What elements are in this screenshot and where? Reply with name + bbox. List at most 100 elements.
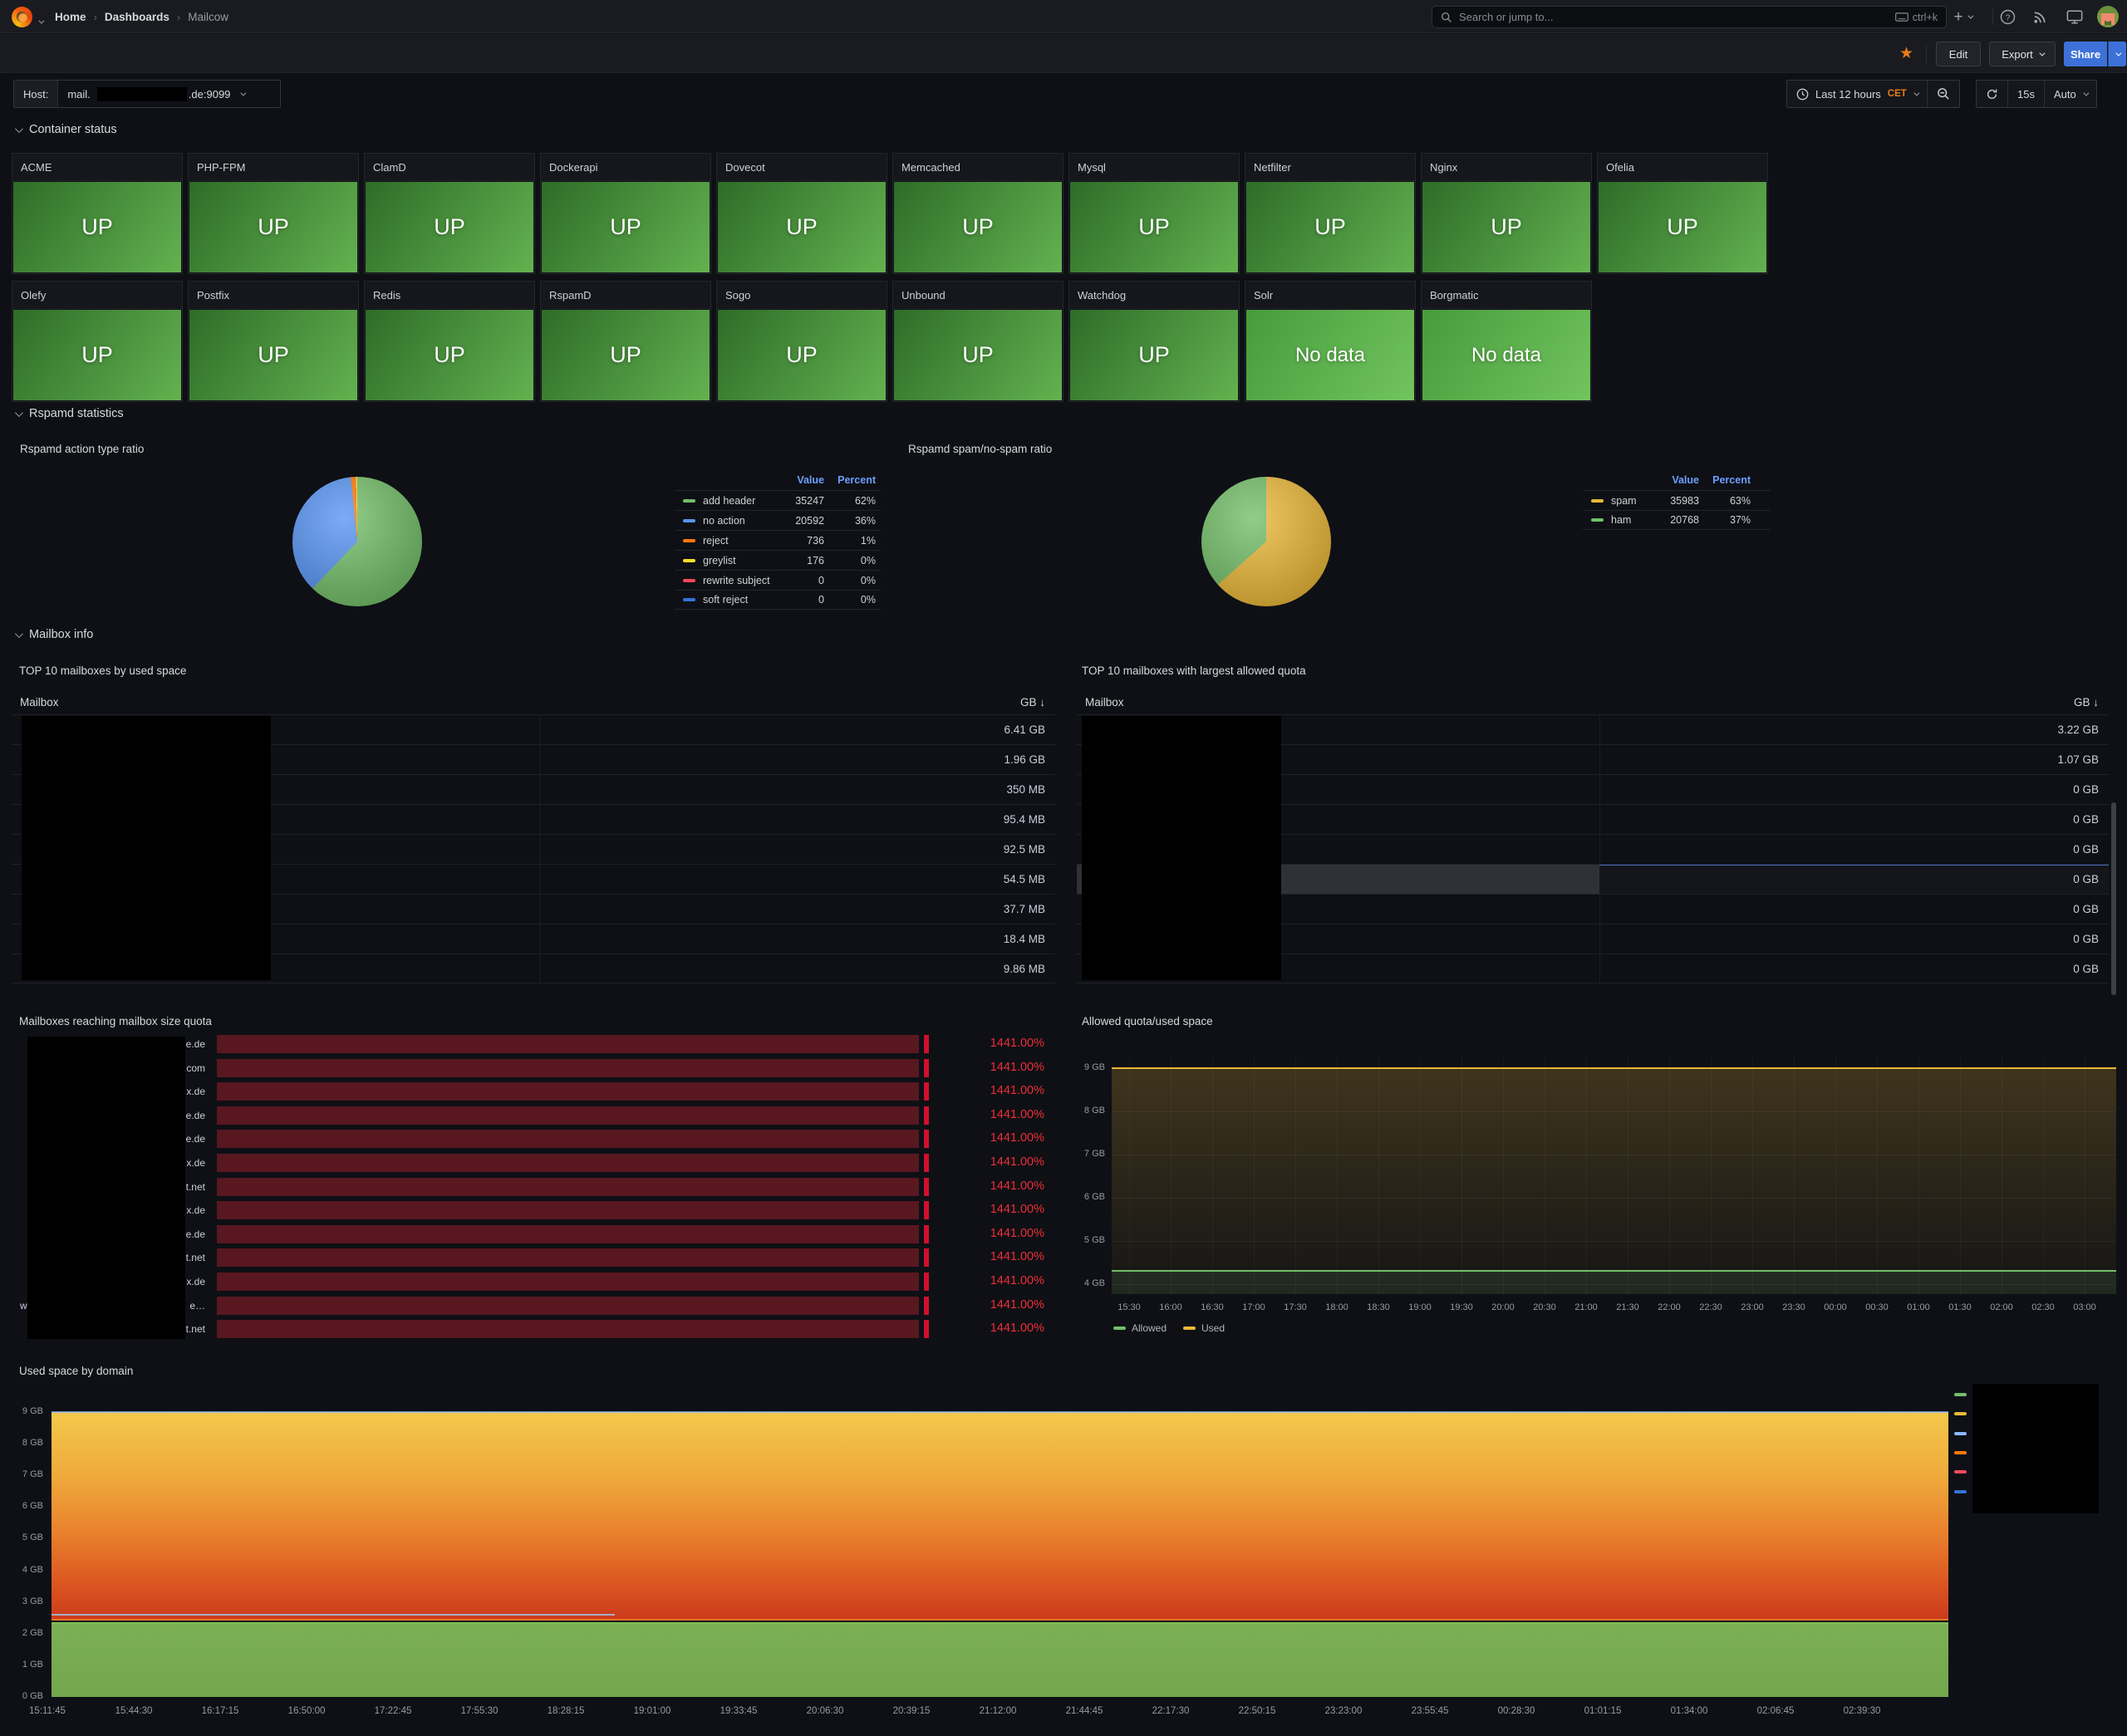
stat-panel-header[interactable]: Ofelia	[1598, 154, 1767, 181]
stat-panel-header[interactable]: Borgmatic	[1422, 282, 1591, 309]
add-new-icon[interactable]: +	[1953, 7, 1972, 27]
refresh-button[interactable]	[1977, 81, 2007, 107]
stat-panel-value: UP	[366, 182, 533, 272]
refresh-interval-value[interactable]: 15s	[2007, 81, 2044, 107]
legend-row-reject[interactable]: reject7361%	[675, 530, 881, 550]
search-input[interactable]	[1459, 11, 1895, 23]
stat-panel-header[interactable]: Redis	[365, 282, 534, 309]
legend-row-add-header[interactable]: add header3524762%	[675, 490, 881, 510]
legend-color-dash[interactable]	[1954, 1393, 1967, 1396]
legend-color-dash[interactable]	[1954, 1451, 1967, 1454]
bar-fill	[217, 1297, 919, 1315]
legend-series-label[interactable]: reject	[703, 535, 729, 547]
stat-panel-header[interactable]: RspamD	[541, 282, 710, 309]
legend-item-allowed[interactable]: Allowed	[1113, 1322, 1167, 1334]
cell-size-value: 6.41 GB	[946, 723, 1045, 736]
stat-panel-header[interactable]: PHP-FPM	[189, 154, 358, 181]
search-bar[interactable]: ctrl+k	[1432, 6, 1947, 28]
zoom-out-button[interactable]	[1927, 81, 1959, 107]
export-chevron-icon	[2039, 50, 2045, 56]
stat-panel-header[interactable]: Dockerapi	[541, 154, 710, 181]
stat-panel-dovecot: DovecotUP	[716, 153, 887, 274]
stat-panel-header[interactable]: Mysql	[1069, 154, 1239, 181]
panel-title-top-quota[interactable]: TOP 10 mailboxes with largest allowed qu…	[1082, 664, 1306, 677]
stat-panel-header[interactable]: Solr	[1245, 282, 1415, 309]
stat-panel-header[interactable]: ClamD	[365, 154, 534, 181]
legend-row-rewrite-subject[interactable]: rewrite subject00%	[675, 570, 881, 590]
legend-color-dash[interactable]	[1954, 1432, 1967, 1435]
panel-title-quota-bars[interactable]: Mailboxes reaching mailbox size quota	[19, 1015, 212, 1027]
refresh-mode-dropdown[interactable]: Auto	[2044, 81, 2096, 107]
stat-panel-header[interactable]: Olefy	[12, 282, 182, 309]
x-axis-label: 21:30	[1608, 1302, 1648, 1312]
legend-color-dash[interactable]	[1954, 1470, 1967, 1474]
legend-series-label[interactable]: soft reject	[703, 594, 748, 606]
legend-row-ham[interactable]: ham2076837%	[1583, 510, 1771, 530]
stat-panel-header[interactable]: Postfix	[189, 282, 358, 309]
panel-title-rspamd-spam[interactable]: Rspamd spam/no-spam ratio	[908, 443, 1052, 455]
stat-panel-header[interactable]: Dovecot	[717, 154, 887, 181]
legend-series-label[interactable]: greylist	[703, 555, 736, 566]
share-button[interactable]: Share	[2064, 42, 2107, 66]
share-menu-button[interactable]	[2108, 42, 2126, 66]
legend-series-label[interactable]: no action	[703, 515, 745, 527]
export-button[interactable]: Export	[1989, 42, 2056, 66]
edit-button[interactable]: Edit	[1936, 42, 1981, 66]
grafana-logo[interactable]	[12, 7, 32, 27]
org-switcher-chevron-icon[interactable]	[38, 13, 42, 28]
panel-title-allowed-chart[interactable]: Allowed quota/used space	[1082, 1015, 1213, 1027]
panel-title-top-used[interactable]: TOP 10 mailboxes by used space	[19, 664, 186, 677]
bar-fill	[217, 1320, 919, 1338]
legend-series-value: 35983	[1624, 495, 1699, 507]
breadcrumb-item-mailcow[interactable]: Mailcow	[188, 11, 228, 23]
stat-panel-header[interactable]: Netfilter	[1245, 154, 1415, 181]
legend-item-used[interactable]: Used	[1183, 1322, 1225, 1334]
help-icon[interactable]: ?	[1997, 7, 2017, 27]
breadcrumb-item-home[interactable]: Home	[55, 11, 86, 23]
legend-series-percent: 1%	[818, 535, 876, 547]
stat-panel-unbound: UnboundUP	[892, 281, 1064, 402]
stat-panel-header[interactable]: Unbound	[893, 282, 1063, 309]
section-rspamd-statistics[interactable]: Rspamd statistics	[15, 407, 124, 420]
legend-series-label[interactable]: add header	[703, 495, 755, 507]
mailbox-names-redaction	[22, 716, 271, 980]
user-avatar[interactable]	[2097, 6, 2119, 27]
legend-header-percent[interactable]: Percent	[809, 474, 876, 486]
table-scrollbar[interactable]	[2111, 802, 2116, 995]
legend-row-greylist[interactable]: greylist1760%	[675, 550, 881, 570]
column-header-size[interactable]: GB ↓	[1077, 696, 2099, 709]
panel-title-rspamd-action[interactable]: Rspamd action type ratio	[20, 443, 144, 455]
stat-panel-header[interactable]: ACME	[12, 154, 182, 181]
host-variable-dropdown[interactable]: Host: mail. .de:9099	[13, 80, 281, 108]
legend-row-soft-reject[interactable]: soft reject00%	[675, 590, 881, 610]
x-axis-label: 18:30	[1358, 1302, 1398, 1312]
legend-color-dash	[683, 499, 695, 503]
host-redaction	[97, 87, 187, 101]
legend-row-no-action[interactable]: no action2059236%	[675, 510, 881, 530]
legend-header-percent[interactable]: Percent	[1684, 474, 1751, 486]
x-axis-label: 03:00	[2065, 1302, 2105, 1312]
display-icon[interactable]	[2065, 7, 2085, 27]
legend-color-dash[interactable]	[1954, 1412, 1967, 1415]
time-range-button[interactable]: Last 12 hours CET	[1787, 81, 1927, 107]
stat-panel-header[interactable]: Watchdog	[1069, 282, 1239, 309]
stat-panel-header[interactable]: Nginx	[1422, 154, 1591, 181]
legend-series-value: 20592	[749, 515, 824, 527]
x-axis-label: 22:30	[1691, 1302, 1731, 1312]
nav-divider	[1992, 8, 1993, 25]
legend-color-dash[interactable]	[1954, 1490, 1967, 1493]
stat-panel-header[interactable]: Sogo	[717, 282, 887, 309]
rspamd-spam-pie-chart[interactable]	[1201, 477, 1331, 606]
stat-panel-header[interactable]: Memcached	[893, 154, 1063, 181]
rspamd-action-pie-chart[interactable]	[292, 477, 422, 606]
section-mailbox-info[interactable]: Mailbox info	[15, 628, 93, 641]
breadcrumb-item-dashboards[interactable]: Dashboards	[105, 11, 169, 23]
news-rss-icon[interactable]	[2030, 7, 2050, 27]
panel-title-domain-chart[interactable]: Used space by domain	[19, 1365, 133, 1377]
section-container-status[interactable]: Container status	[15, 123, 117, 136]
favorite-star-icon[interactable]: ★	[1899, 44, 1913, 63]
host-value[interactable]: mail. .de:9099	[57, 81, 280, 107]
legend-row-spam[interactable]: spam3598363%	[1583, 490, 1771, 510]
bar-value: 1441.00%	[945, 1037, 1044, 1050]
column-header-size[interactable]: GB ↓	[12, 696, 1045, 709]
